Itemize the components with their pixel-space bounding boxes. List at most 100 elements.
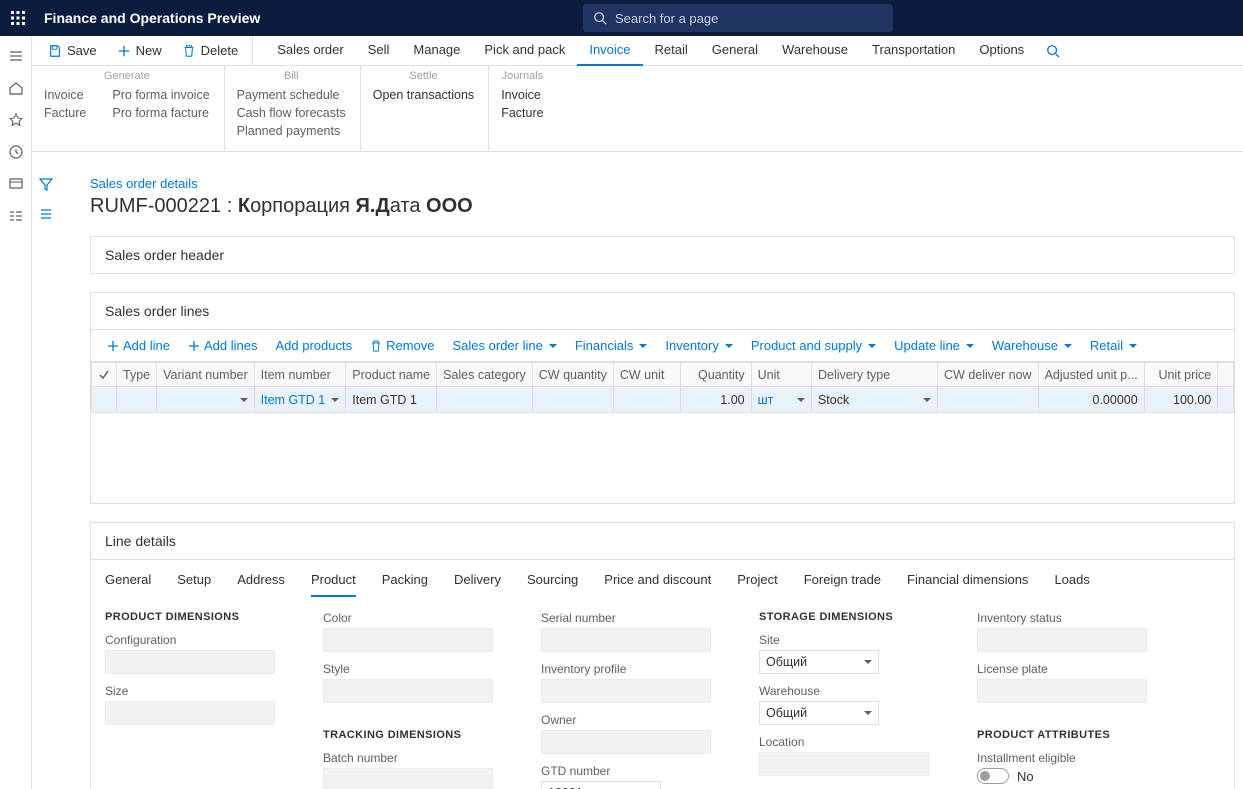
ld-tab-financial-dimensions[interactable]: Financial dimensions [907,572,1028,597]
ld-tab-address[interactable]: Address [237,572,285,597]
tab-sell[interactable]: Sell [356,36,402,66]
ld-tab-general[interactable]: General [105,572,151,597]
app-launcher-icon[interactable] [0,0,36,36]
serial-number-input[interactable] [541,628,711,652]
save-button[interactable]: Save [38,36,107,66]
inventory-profile-input[interactable] [541,679,711,703]
col-product-name[interactable]: Product name [346,363,437,387]
panel-line-details-toggle[interactable]: Line details [91,523,1234,559]
global-search[interactable] [583,4,893,32]
ld-tab-project[interactable]: Project [737,572,777,597]
cell-product-name[interactable]: Item GTD 1 [346,387,437,413]
ld-tab-setup[interactable]: Setup [177,572,211,597]
panel-header-toggle[interactable]: Sales order header [91,237,1234,273]
col-cw-unit[interactable]: CW unit [613,363,680,387]
command-search-icon[interactable] [1038,44,1068,58]
cell-type[interactable] [117,387,157,413]
ld-tab-packing[interactable]: Packing [382,572,428,597]
cell-quantity[interactable]: 1.00 [680,387,751,413]
col-adjusted-unit-price[interactable]: Adjusted unit p... [1038,363,1144,387]
col-item-number[interactable]: Item number [254,363,346,387]
inventory-status-input[interactable] [977,628,1147,652]
related-info-icon[interactable] [38,206,54,222]
tab-transportation[interactable]: Transportation [860,36,967,66]
col-sales-category[interactable]: Sales category [437,363,533,387]
sales-order-line-menu[interactable]: Sales order line [445,334,565,357]
retail-menu[interactable]: Retail [1082,334,1145,357]
ribbon-item-invoice[interactable]: Invoice [44,88,86,102]
gtd-number-input[interactable]: 10001 [541,781,661,789]
delete-button[interactable]: Delete [172,36,254,66]
product-and-supply-menu[interactable]: Product and supply [743,334,884,357]
owner-input[interactable] [541,730,711,754]
location-input[interactable] [759,752,929,776]
ribbon-item-cash-flow-forecasts[interactable]: Cash flow forecasts [237,106,346,120]
ribbon-item-facture[interactable]: Facture [44,106,86,120]
style-input[interactable] [323,679,493,703]
ld-tab-price-and-discount[interactable]: Price and discount [604,572,711,597]
remove-button[interactable]: Remove [362,334,442,357]
favorite-icon[interactable] [8,112,24,128]
filter-icon[interactable] [38,176,54,192]
cell-item-number[interactable]: Item GTD 1 [254,387,346,413]
panel-lines-toggle[interactable]: Sales order lines [91,293,1234,329]
workspace-icon[interactable] [8,176,24,192]
global-search-input[interactable] [615,11,875,26]
new-button[interactable]: New [107,36,172,66]
add-products-button[interactable]: Add products [267,334,360,357]
menu-icon[interactable] [8,48,24,64]
col-unit-price[interactable]: Unit price [1144,363,1218,387]
grid-row[interactable]: Item GTD 1 Item GTD 1 1.00 шт Stock 0.00… [92,387,1234,413]
select-all-checkbox[interactable] [92,363,117,387]
ribbon-item-pro-forma-facture[interactable]: Pro forma facture [112,106,209,120]
configuration-input[interactable] [105,650,275,674]
home-icon[interactable] [8,80,24,96]
cell-cw-quantity[interactable] [532,387,613,413]
ld-tab-sourcing[interactable]: Sourcing [527,572,578,597]
site-input[interactable]: Общий [759,650,879,674]
modules-icon[interactable] [8,208,24,224]
cell-cw-unit[interactable] [613,387,680,413]
tab-invoice[interactable]: Invoice [577,36,642,66]
ribbon-item-payment-schedule[interactable]: Payment schedule [237,88,346,102]
ld-tab-product[interactable]: Product [311,572,356,597]
installment-toggle[interactable] [977,768,1009,784]
cell-delivery-type[interactable]: Stock [811,387,937,413]
warehouse-input[interactable]: Общий [759,701,879,725]
col-unit[interactable]: Unit [751,363,811,387]
cell-unit-price[interactable]: 100.00 [1144,387,1218,413]
warehouse-menu[interactable]: Warehouse [984,334,1080,357]
ribbon-item-journal-invoice[interactable]: Invoice [501,88,543,102]
row-select[interactable] [92,387,117,413]
tab-retail[interactable]: Retail [643,36,700,66]
add-line-button[interactable]: Add line [99,334,178,357]
tab-warehouse[interactable]: Warehouse [770,36,860,66]
ribbon-item-journal-facture[interactable]: Facture [501,106,543,120]
license-plate-input[interactable] [977,679,1147,703]
tab-pick-and-pack[interactable]: Pick and pack [472,36,577,66]
tab-general[interactable]: General [700,36,770,66]
col-quantity[interactable]: Quantity [680,363,751,387]
recent-icon[interactable] [8,144,24,160]
size-input[interactable] [105,701,275,725]
col-variant-number[interactable]: Variant number [157,363,255,387]
ld-tab-delivery[interactable]: Delivery [454,572,501,597]
col-type[interactable]: Type [117,363,157,387]
cell-variant-number[interactable] [157,387,255,413]
col-delivery-type[interactable]: Delivery type [811,363,937,387]
add-lines-button[interactable]: Add lines [180,334,265,357]
cell-sales-category[interactable] [437,387,533,413]
ribbon-item-pro-forma-invoice[interactable]: Pro forma invoice [112,88,209,102]
financials-menu[interactable]: Financials [567,334,656,357]
cell-adjusted-unit-price[interactable]: 0.00000 [1038,387,1144,413]
batch-number-input[interactable] [323,768,493,789]
update-line-menu[interactable]: Update line [886,334,982,357]
cell-unit[interactable]: шт [751,387,811,413]
ribbon-item-planned-payments[interactable]: Planned payments [237,124,346,138]
breadcrumb[interactable]: Sales order details [90,176,1235,191]
tab-options[interactable]: Options [967,36,1036,66]
ribbon-item-open-transactions[interactable]: Open transactions [373,88,474,102]
color-input[interactable] [323,628,493,652]
inventory-menu[interactable]: Inventory [657,334,740,357]
tab-manage[interactable]: Manage [401,36,472,66]
